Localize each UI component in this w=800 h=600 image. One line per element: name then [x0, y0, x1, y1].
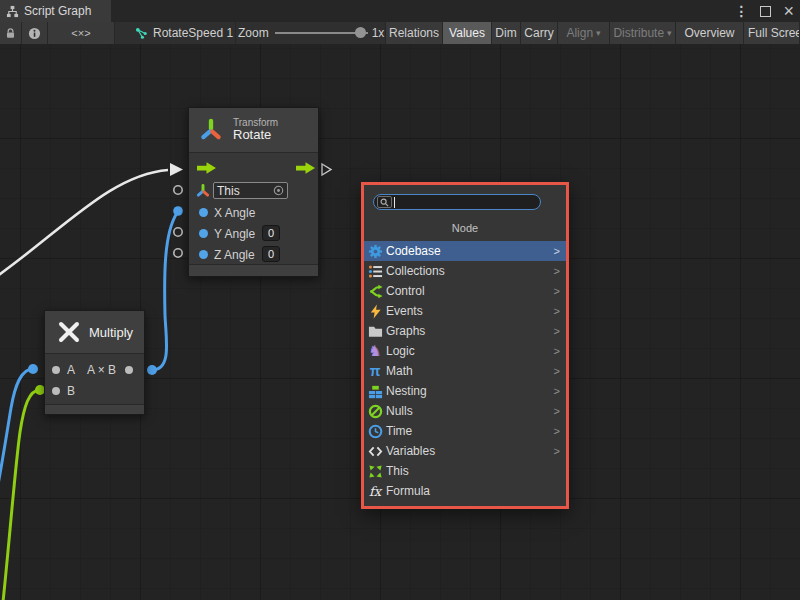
object-picker-icon[interactable]	[273, 185, 284, 196]
this-icon	[367, 463, 383, 479]
math-pi-icon: π	[367, 363, 383, 379]
tab-title: Script Graph	[24, 4, 91, 18]
finder-item-events[interactable]: Events>	[364, 301, 566, 321]
input-b-label: B	[67, 384, 75, 398]
formula-fx-icon: fx	[367, 483, 383, 499]
control-in-arrow-icon[interactable]	[197, 162, 216, 174]
relations-button[interactable]: Relations	[386, 22, 443, 44]
align-dropdown[interactable]: Align▾	[558, 22, 610, 44]
node-title: Rotate	[233, 128, 278, 143]
dim-button[interactable]: Dim	[492, 22, 521, 44]
fullscreen-button[interactable]: Full Screen	[744, 22, 800, 44]
finder-item-codebase[interactable]: Codebase>	[364, 241, 566, 261]
finder-item-variables[interactable]: Variables>	[364, 441, 566, 461]
zoom-control: Zoom 1x	[236, 22, 386, 44]
graph-hierarchy-icon	[6, 5, 19, 18]
graphs-folder-icon	[367, 323, 383, 339]
graph-name: RotateSpeed 1	[153, 26, 233, 40]
transform-mini-icon	[196, 184, 210, 198]
multiply-x-icon	[57, 320, 81, 344]
yangle-label: Y Angle	[214, 227, 255, 241]
search-scope-box[interactable]	[377, 196, 392, 208]
node-multiply[interactable]: Multiply A A × B B	[44, 310, 145, 415]
chevron-right-icon: >	[554, 385, 560, 397]
search-field[interactable]	[373, 194, 541, 210]
finder-item-nesting[interactable]: Nesting>	[364, 381, 566, 401]
chevron-right-icon: >	[554, 285, 560, 297]
finder-item-formula[interactable]: fx Formula	[364, 481, 566, 501]
close-icon[interactable]: ×	[783, 5, 794, 17]
chevron-right-icon: >	[554, 345, 560, 357]
this-object-field[interactable]: This	[213, 182, 288, 199]
zoom-label: Zoom	[238, 26, 269, 40]
logic-knight-icon: ♞	[367, 343, 383, 359]
zoom-value: 1x	[372, 26, 385, 40]
finder-header: Node	[364, 222, 566, 234]
lock-icon	[4, 27, 17, 40]
events-icon	[367, 303, 383, 319]
carry-button[interactable]: Carry	[521, 22, 558, 44]
chevron-down-icon: ▾	[667, 28, 672, 38]
zangle-label: Z Angle	[214, 248, 255, 262]
lock-button[interactable]	[0, 22, 22, 44]
distribute-dropdown[interactable]: Distribute▾	[610, 22, 676, 44]
zoom-slider[interactable]	[275, 22, 368, 44]
nesting-icon	[367, 383, 383, 399]
zangle-value-field[interactable]: 0	[262, 246, 280, 262]
values-button[interactable]: Values	[443, 22, 492, 44]
finder-item-math[interactable]: π Math>	[364, 361, 566, 381]
finder-item-nulls[interactable]: Nulls>	[364, 401, 566, 421]
finder-item-logic[interactable]: ♞ Logic>	[364, 341, 566, 361]
search-icon	[380, 198, 389, 207]
graph-breadcrumb[interactable]: RotateSpeed 1	[115, 22, 236, 44]
finder-item-this[interactable]: This	[364, 461, 566, 481]
finder-list: Codebase> Collections> Control> Events> …	[364, 241, 566, 501]
info-icon	[28, 27, 41, 40]
chevron-right-icon: >	[554, 425, 560, 437]
info-button[interactable]	[22, 22, 48, 44]
maximize-icon[interactable]	[760, 6, 771, 17]
input-a-label: A	[67, 363, 75, 377]
graph-asset-icon	[135, 27, 148, 40]
time-clock-icon	[367, 423, 383, 439]
nulls-icon	[367, 403, 383, 419]
node-footer	[45, 404, 144, 414]
output-label: A × B	[87, 363, 116, 377]
chevron-right-icon: >	[554, 325, 560, 337]
collections-icon	[367, 263, 383, 279]
chevron-right-icon: >	[554, 405, 560, 417]
zoom-slider-handle[interactable]	[355, 27, 366, 38]
finder-item-control[interactable]: Control>	[364, 281, 566, 301]
tab-bar: Script Graph ⋮ ×	[0, 0, 800, 22]
node-title: Multiply	[89, 325, 133, 340]
overview-button[interactable]: Overview	[676, 22, 744, 44]
chevron-down-icon: ▾	[596, 28, 601, 38]
chevron-right-icon: >	[554, 445, 560, 457]
node-transform-rotate[interactable]: Transform Rotate This X Angle Y Angle 0 …	[188, 107, 319, 277]
finder-item-graphs[interactable]: Graphs>	[364, 321, 566, 341]
chevron-right-icon: >	[554, 365, 560, 377]
node-footer	[189, 264, 318, 276]
control-icon	[367, 283, 383, 299]
xangle-label: X Angle	[214, 206, 255, 220]
finder-item-time[interactable]: Time>	[364, 421, 566, 441]
finder-item-collections[interactable]: Collections>	[364, 261, 566, 281]
fuzzy-finder: Node Codebase> Collections> Control> Eve…	[361, 182, 569, 509]
chevron-right-icon: >	[554, 305, 560, 317]
yangle-value-field[interactable]: 0	[262, 225, 280, 241]
menu-kebab-icon[interactable]: ⋮	[734, 3, 748, 19]
codebase-icon	[367, 243, 383, 259]
variables-icon	[367, 443, 383, 459]
transform-gizmo-icon	[198, 117, 224, 143]
chevron-right-icon: >	[554, 265, 560, 277]
tab-script-graph[interactable]: Script Graph	[0, 0, 111, 22]
chevron-right-icon: >	[554, 245, 560, 257]
control-out-arrow-icon[interactable]	[296, 162, 315, 174]
text-cursor	[394, 197, 395, 208]
graph-toolbar: <×> RotateSpeed 1 Zoom 1x Relations Valu…	[0, 22, 800, 44]
code-view-button[interactable]: <×>	[48, 22, 115, 44]
